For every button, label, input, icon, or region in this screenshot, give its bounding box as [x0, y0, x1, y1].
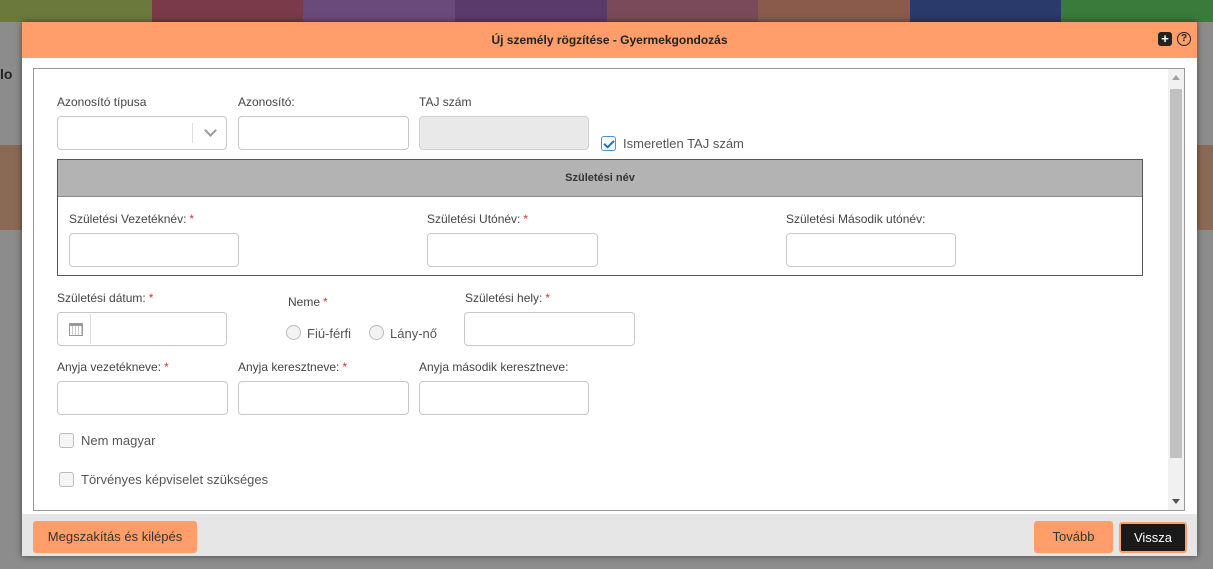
- next-button[interactable]: Tovább: [1034, 521, 1113, 553]
- birth-second-given-name-label: Születési Második utónév:: [786, 212, 926, 226]
- not-hungarian-label: Nem magyar: [81, 433, 156, 448]
- mother-surname-label: Anyja vezetékneve: *: [57, 360, 169, 374]
- legal-representation-checkbox[interactable]: [59, 472, 74, 487]
- gender-label: Neme *: [288, 295, 328, 309]
- birth-given-name-input[interactable]: [427, 233, 598, 267]
- not-hungarian-checkbox[interactable]: [59, 433, 74, 448]
- birth-place-input[interactable]: [464, 312, 635, 346]
- dialog-body: Azonosító típusa Azonosító: TAJ szám Ism…: [33, 68, 1185, 511]
- chevron-down-icon: [204, 124, 217, 137]
- legal-representation-label: Törvényes képviselet szükséges: [81, 472, 269, 487]
- background-color-strip: [0, 0, 1213, 22]
- birth-given-name-label: Születési Utónév: *: [427, 212, 529, 226]
- mother-surname-input[interactable]: [57, 381, 228, 415]
- dialog-scrollbar[interactable]: [1168, 69, 1184, 510]
- id-number-label: Azonosító:: [238, 95, 295, 109]
- birth-place-label: Születési hely: *: [465, 291, 551, 305]
- id-type-select[interactable]: [57, 116, 227, 150]
- gender-male-label: Fiú-férfi: [307, 326, 352, 341]
- mother-given-name-label: Anyja keresztneve: *: [238, 360, 348, 374]
- unknown-taj-checkbox[interactable]: [601, 136, 616, 151]
- help-icon[interactable]: ?: [1177, 32, 1191, 46]
- background-heading-fragment: lo: [0, 66, 13, 82]
- unknown-taj-label: Ismeretlen TAJ szám: [623, 136, 744, 151]
- new-person-dialog: Új személy rögzítése - Gyermekgondozás +…: [22, 22, 1197, 556]
- birth-name-section-title: Születési név: [58, 160, 1142, 197]
- background-right-panel: [1197, 145, 1213, 230]
- birth-second-given-name-input[interactable]: [786, 233, 956, 267]
- mother-second-given-name-input[interactable]: [419, 381, 589, 415]
- gender-female-label: Lány-nő: [390, 326, 437, 341]
- back-button[interactable]: Vissza: [1119, 522, 1187, 553]
- gender-female-radio[interactable]: [369, 325, 384, 340]
- mother-given-name-input[interactable]: [238, 381, 409, 415]
- scroll-up-icon[interactable]: [1172, 75, 1180, 80]
- scroll-thumb[interactable]: [1170, 89, 1182, 458]
- taj-input: [419, 116, 589, 150]
- id-number-input[interactable]: [238, 116, 409, 150]
- taj-label: TAJ szám: [419, 95, 472, 109]
- birth-date-input[interactable]: [57, 312, 227, 346]
- dialog-footer: [22, 514, 1197, 556]
- background-left-panel: [0, 145, 22, 230]
- birth-name-section: Születési név Születési Vezetéknév: * Szü…: [57, 159, 1143, 276]
- birth-surname-label: Születési Vezetéknév: *: [69, 212, 195, 226]
- mother-second-given-name-label: Anyja második keresztneve:: [419, 360, 569, 374]
- id-type-label: Azonosító típusa: [57, 95, 147, 109]
- cancel-and-exit-button[interactable]: Megszakítás és kilépés: [33, 521, 197, 553]
- dialog-header: Új személy rögzítése - Gyermekgondozás +…: [22, 22, 1197, 58]
- birth-surname-input[interactable]: [69, 233, 239, 267]
- birth-date-label: Születési dátum: *: [57, 291, 154, 305]
- plus-icon[interactable]: +: [1158, 32, 1172, 46]
- scroll-down-icon[interactable]: [1172, 499, 1180, 504]
- gender-male-radio[interactable]: [286, 325, 301, 340]
- calendar-icon[interactable]: [69, 323, 83, 336]
- dialog-title: Új személy rögzítése - Gyermekgondozás: [491, 33, 728, 47]
